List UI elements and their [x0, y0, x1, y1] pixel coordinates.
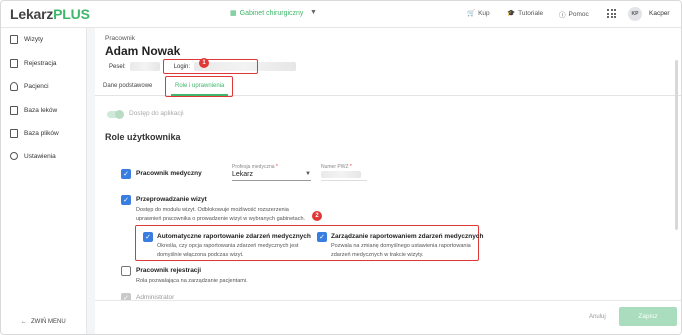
shop-label: Kup	[478, 9, 490, 17]
required-mark: *	[349, 164, 352, 170]
sidebar-item-label: Rejestracja	[24, 60, 57, 67]
manage-reporting-description: Pozwala na zmianę domyślnego ustawienia …	[331, 242, 471, 259]
clinic-icon: ▦	[230, 10, 237, 17]
visits-description-line: uprawnień pracownika o prowadzenie wizyt…	[136, 215, 306, 222]
apps-grid-icon[interactable]	[607, 9, 616, 18]
step-marker-1: 1	[199, 58, 209, 68]
sidebar-item-drugs[interactable]: Baza leków	[10, 106, 57, 115]
clipboard-icon	[10, 35, 18, 44]
tab-basic-data[interactable]: Dane podstawowe	[103, 83, 152, 89]
highlight-box-login	[163, 59, 258, 74]
profession-select[interactable]: Lekarz	[232, 171, 311, 181]
app-logo[interactable]: LekarzPLUS	[10, 6, 90, 22]
medicine-icon	[10, 106, 18, 115]
employee-card: Pracownik Adam Nowak Pesel: Login: 1 Dan…	[95, 28, 681, 334]
visits-label: Przeprowadzanie wizyt	[136, 196, 207, 203]
main-area: Pracownik Adam Nowak Pesel: Login: 1 Dan…	[87, 28, 681, 334]
logo-text: Lekarz	[10, 6, 54, 22]
chevron-down-icon: ▼	[310, 9, 317, 16]
pwz-field-label: Numer PWZ *	[321, 164, 352, 170]
form-footer: Anuluj Zapisz	[95, 300, 681, 334]
shop-button[interactable]: 🛒 Kup	[467, 9, 490, 18]
save-button[interactable]: Zapisz	[619, 307, 677, 326]
manage-reporting-label: Zarządzanie raportowaniem zdarzeń medycz…	[331, 233, 484, 240]
highlight-box-tab	[165, 76, 233, 97]
tutorials-button[interactable]: 🎓 Tutoriale	[507, 9, 544, 18]
arrow-left-icon: ←	[21, 319, 27, 325]
visits-checkbox[interactable]: ✓	[121, 195, 131, 205]
app-access-toggle[interactable]	[107, 110, 124, 119]
pesel-label: Pesel:	[109, 63, 126, 70]
help-icon: ⓘ	[559, 12, 566, 19]
step-marker-2: 2	[312, 211, 322, 221]
manage-reporting-description-line: Pozwala na zmianę domyślnego ustawienia …	[331, 243, 471, 249]
sidebar-item-settings[interactable]: Ustawienia	[10, 152, 56, 160]
avatar[interactable]: KP	[628, 7, 642, 21]
sidebar-item-label: Baza leków	[24, 107, 58, 114]
manage-reporting-description-line: zdarzeń medycznych w trakcie wizyty.	[331, 251, 424, 258]
sidebar-item-files[interactable]: Baza plików	[10, 129, 59, 138]
sidebar-item-label: Baza plików	[24, 130, 59, 137]
cancel-button[interactable]: Anuluj	[589, 314, 606, 320]
auto-reporting-checkbox[interactable]: ✓	[143, 232, 153, 242]
registration-checkbox[interactable]	[121, 266, 131, 276]
sidebar-item-registration[interactable]: Rejestracja	[10, 59, 57, 68]
profession-label-text: Profesja medyczna	[232, 164, 275, 170]
medical-worker-label: Pracownik medyczny	[136, 170, 202, 177]
registration-label: Pracownik rejestracji	[136, 267, 202, 274]
chevron-down-icon: ▼	[305, 171, 311, 177]
auto-reporting-description-line: Określa, czy opcja raportowania zdarzeń …	[157, 243, 299, 249]
pwz-value-redacted	[321, 171, 361, 178]
sidebar-item-patients[interactable]: Pacjenci	[10, 82, 49, 91]
sidebar-item-label: Pacjenci	[24, 83, 49, 90]
pwz-input[interactable]	[321, 171, 367, 181]
auto-reporting-description: Określa, czy opcja raportowania zdarzeń …	[157, 242, 299, 259]
app-window: LekarzPLUS ▦ Gabinet chirurgiczny ▼ 🛒 Ku…	[0, 0, 682, 335]
clinic-selector[interactable]: ▦ Gabinet chirurgiczny ▼	[230, 9, 317, 17]
cart-icon: 🛒	[467, 10, 476, 17]
roles-section-title: Role użytkownika	[105, 132, 181, 142]
sidebar-item-label: Wizyty	[24, 36, 44, 43]
calendar-icon	[10, 59, 18, 68]
collapse-menu-button[interactable]: ← ZWIŃ MENU	[21, 319, 66, 325]
pwz-label-text: Numer PWZ	[321, 164, 349, 170]
top-bar: LekarzPLUS ▦ Gabinet chirurgiczny ▼ 🛒 Ku…	[1, 1, 681, 28]
registration-description: Rola pozwalająca na zarządzanie pacjenta…	[136, 278, 248, 284]
file-icon	[10, 129, 18, 138]
collapse-menu-label: ZWIŃ MENU	[31, 319, 66, 325]
medical-worker-checkbox[interactable]: ✓	[121, 169, 131, 179]
sidebar-item-visits[interactable]: Wizyty	[10, 35, 43, 44]
breadcrumb: Pracownik	[105, 35, 135, 42]
username[interactable]: Kacper	[649, 10, 670, 17]
sidebar-item-label: Ustawienia	[24, 152, 56, 160]
help-label: Pomoc	[568, 10, 589, 18]
sidebar: Wizyty Rejestracja Pacjenci Baza leków B…	[1, 28, 87, 334]
scrollbar[interactable]	[675, 60, 678, 230]
tutorials-label: Tutoriale	[518, 9, 544, 17]
visits-description-line: Dostęp do modułu wizyt. Odblokowuje możl…	[136, 207, 289, 213]
auto-reporting-label: Automatyczne raportowanie zdarzeń medycz…	[157, 233, 311, 240]
visits-description: Dostęp do modułu wizyt. Odblokowuje możl…	[136, 206, 305, 223]
clinic-label: Gabinet chirurgiczny	[239, 9, 304, 17]
manage-reporting-checkbox[interactable]: ✓	[317, 232, 327, 242]
profession-field-label: Profesja medyczna *	[232, 164, 278, 170]
logo-accent: PLUS	[53, 6, 90, 22]
graduation-cap-icon: 🎓	[507, 10, 516, 17]
app-access-label: Dostęp do aplikacji	[129, 110, 184, 117]
auto-reporting-description-line: domyślnie włączona podczas wizyt.	[157, 251, 244, 258]
user-icon	[10, 82, 18, 91]
required-mark: *	[275, 164, 278, 170]
page-title: Adam Nowak	[105, 44, 181, 58]
pesel-value-redacted	[129, 62, 160, 71]
gear-icon	[10, 152, 18, 160]
help-button[interactable]: ⓘ Pomoc	[559, 9, 589, 20]
